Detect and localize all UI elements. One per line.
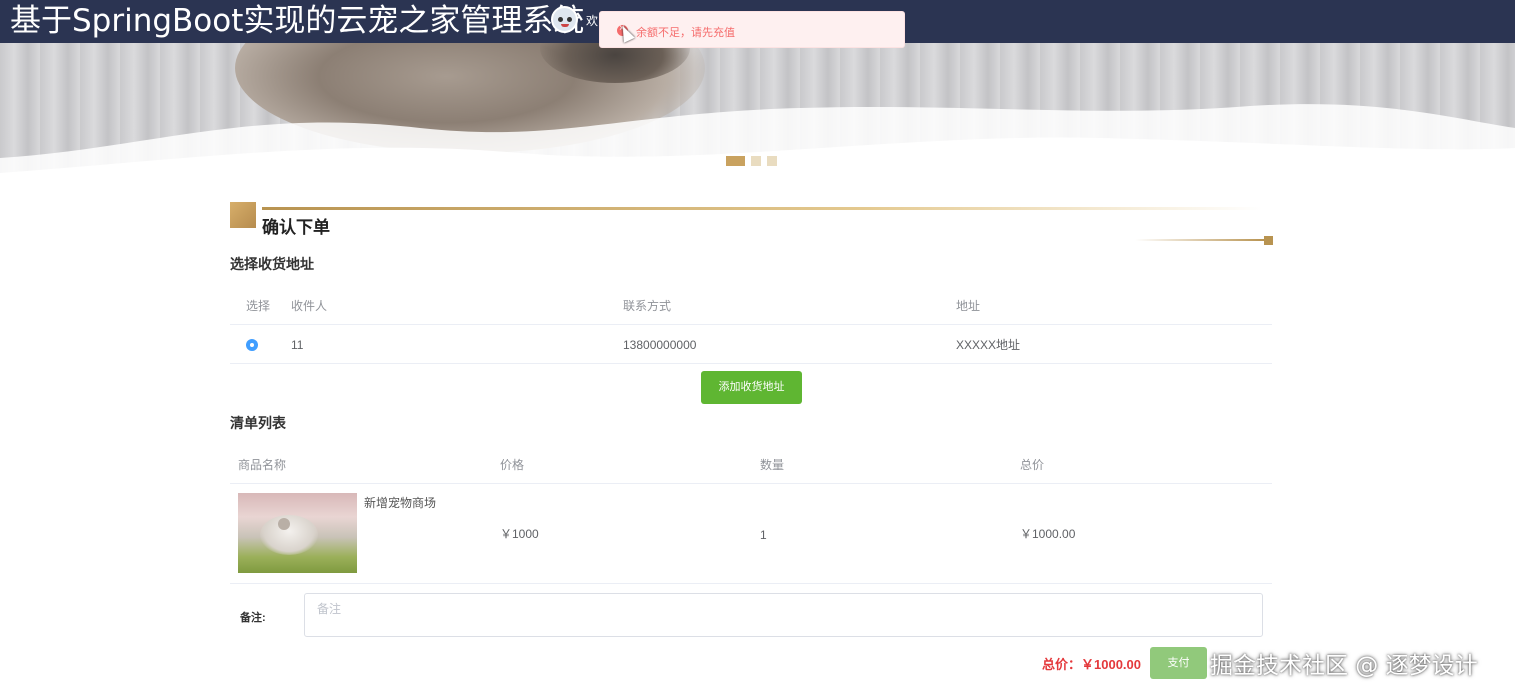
order-section-title: 清单列表 — [230, 415, 286, 431]
section-title-line — [262, 207, 1262, 210]
column-header-quantity: 数量 — [760, 458, 785, 472]
recipient-phone: 13800000000 — [623, 338, 697, 352]
order-table: 商品名称 价格 数量 总价 新增宠物商场 ￥1000 1 ￥1000.00 — [230, 444, 1272, 584]
error-toast: 余额不足，请先充值 — [599, 11, 905, 48]
column-header-total: 总价 — [1020, 458, 1045, 472]
toast-message: 余额不足，请先充值 — [636, 27, 735, 39]
column-header-product: 商品名称 — [238, 458, 287, 472]
site-title: 基于SpringBoot实现的云宠之家管理系统 — [10, 3, 585, 39]
user-avatar[interactable] — [551, 6, 578, 33]
product-total: ￥1000.00 — [1020, 527, 1076, 541]
product-name: 新增宠物商场 — [364, 496, 437, 510]
table-row[interactable]: 11 13800000000 XXXXX地址 — [230, 325, 1272, 364]
remark-label: 备注: — [240, 612, 266, 624]
section-title-decoration-right — [1264, 236, 1273, 245]
recipient-name: 11 — [291, 338, 304, 352]
address-section-title: 选择收货地址 — [230, 256, 314, 272]
recipient-address: XXXXX地址 — [956, 338, 1021, 352]
product-price: ￥1000 — [500, 527, 539, 541]
column-header-phone: 联系方式 — [623, 299, 672, 313]
add-address-button[interactable]: 添加收货地址 — [701, 371, 802, 404]
order-table-header: 商品名称 价格 数量 总价 — [230, 444, 1272, 484]
welcome-text: 欢 — [586, 14, 599, 28]
remark-input[interactable] — [304, 593, 1263, 637]
order-total: 总价：￥1000.00 — [1042, 657, 1141, 672]
column-header-address: 地址 — [956, 299, 981, 313]
address-radio[interactable] — [246, 339, 258, 351]
section-title-decoration — [230, 202, 256, 228]
carousel-dot-3[interactable] — [767, 156, 777, 166]
pay-button[interactable]: 支付 — [1150, 647, 1207, 679]
carousel-dot-1[interactable] — [726, 156, 745, 166]
banner-wave — [0, 104, 1515, 178]
carousel-dot-2[interactable] — [751, 156, 761, 166]
column-header-price: 价格 — [500, 458, 525, 472]
section-title: 确认下单 — [262, 218, 330, 237]
section-title-line-right — [1135, 239, 1265, 241]
product-image — [238, 493, 357, 573]
table-row: 新增宠物商场 ￥1000 1 ￥1000.00 — [230, 484, 1272, 584]
product-quantity: 1 — [760, 528, 767, 542]
address-table-header: 选择 收件人 联系方式 地址 — [230, 286, 1272, 325]
carousel-indicators — [726, 156, 777, 166]
column-header-select: 选择 — [246, 299, 271, 313]
watermark: 掘金技术社区 @ 逐梦设计 — [1210, 653, 1478, 679]
column-header-recipient: 收件人 — [291, 299, 328, 313]
address-table: 选择 收件人 联系方式 地址 11 13800000000 XXXXX地址 — [230, 286, 1272, 364]
